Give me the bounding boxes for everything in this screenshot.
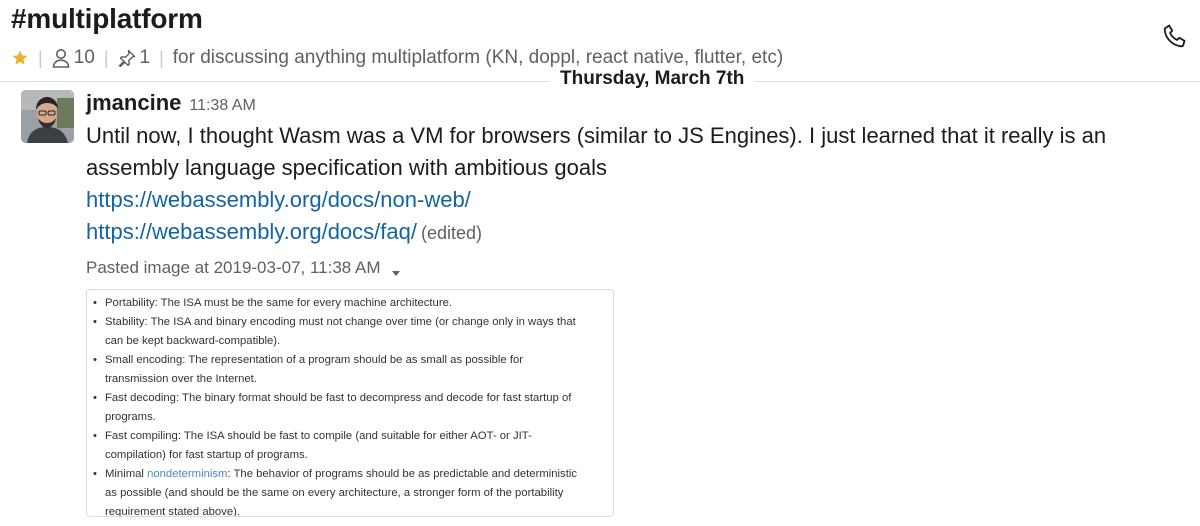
attachment-title: Pasted image at 2019-03-07, 11:38 AM (86, 258, 401, 278)
nondeterminism-link: nondeterminism (147, 468, 228, 480)
channel-name[interactable]: #multiplatform (11, 3, 203, 35)
pin-icon[interactable] (118, 49, 136, 67)
pasted-image[interactable]: Portability: The ISA must be the same fo… (86, 289, 614, 517)
avatar[interactable] (21, 90, 74, 143)
isa-goals-list: Portability: The ISA must be the same fo… (93, 294, 605, 516)
list-item: Portability: The ISA must be the same fo… (93, 294, 605, 313)
members-count[interactable]: 10 (74, 47, 95, 69)
link-line: https://webassembly.org/docs/non-web/ (86, 184, 471, 216)
pins-count[interactable]: 1 (140, 47, 151, 69)
link-non-web[interactable]: https://webassembly.org/docs/non-web/ (86, 187, 471, 212)
list-item: Small encoding: The representation of a … (93, 351, 605, 389)
phone-icon[interactable] (1161, 22, 1189, 50)
message-timestamp[interactable]: 11:38 AM (189, 97, 255, 115)
star-icon[interactable] (11, 49, 29, 67)
meta-divider: | (103, 47, 109, 68)
list-item: Fast decoding: The binary format should … (93, 389, 605, 427)
author-name[interactable]: jmancine (86, 90, 181, 116)
channel-meta: | 10 | 1 | for discussing anything multi… (11, 46, 783, 70)
meta-divider: | (38, 47, 43, 68)
chevron-down-icon[interactable] (391, 263, 401, 276)
attachment-name[interactable]: Pasted image at 2019-03-07, 11:38 AM (86, 258, 381, 278)
list-item: Minimal nondeterminism: The behavior of … (93, 465, 605, 516)
list-item: Fast compiling: The ISA should be fast t… (93, 427, 605, 465)
channel-topic[interactable]: for discussing anything multiplatform (K… (173, 47, 783, 69)
list-item: Stability: The ISA and binary encoding m… (93, 313, 605, 351)
link-faq[interactable]: https://webassembly.org/docs/faq/ (86, 219, 417, 244)
message-header: jmancine 11:38 AM (86, 90, 256, 116)
link-line: https://webassembly.org/docs/faq/(edited… (86, 216, 482, 249)
message-text: Until now, I thought Wasm was a VM for b… (86, 123, 1107, 180)
message: jmancine 11:38 AM Until now, I thought W… (0, 82, 1200, 526)
edited-label: (edited) (420, 223, 483, 243)
person-icon[interactable] (52, 48, 70, 68)
meta-divider: | (159, 47, 164, 68)
